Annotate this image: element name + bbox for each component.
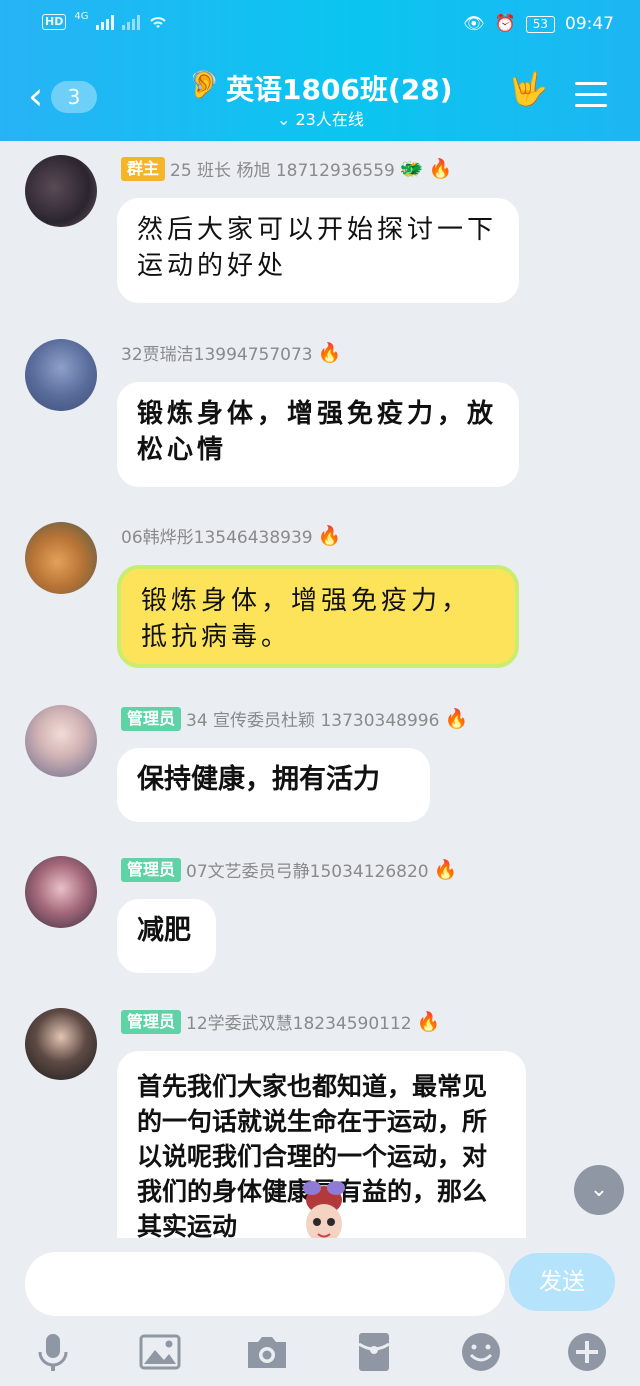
dragon-icon: 🐲 [399, 158, 424, 180]
message-item: 06韩烨彤13546438939 🔥 锻炼身体，增强免疫力，抵抗病毒。 [0, 522, 640, 672]
sender-name[interactable]: 07文艺委员弓静15034126820 [186, 857, 429, 882]
unread-badge[interactable]: 3 [51, 81, 97, 113]
admin-tag: 管理员 [121, 1009, 182, 1034]
message-bubble[interactable]: 然后大家可以开始探讨一下运动的好处 [117, 198, 519, 303]
bottom-toolbar [0, 1320, 640, 1386]
fire-icon: 🔥 [317, 525, 342, 547]
message-bubble[interactable]: 保持健康，拥有活力 [117, 748, 430, 822]
message-input[interactable] [25, 1252, 505, 1316]
sender-line: 06韩烨彤13546438939 🔥 [121, 523, 341, 548]
fire-icon: 🔥 [317, 342, 342, 364]
red-packet-icon[interactable] [352, 1330, 396, 1374]
avatar[interactable] [25, 856, 97, 928]
sender-line: 管理员 12学委武双慧18234590112 🔥 [121, 1009, 440, 1034]
back-chevron-icon[interactable]: ‹ [28, 77, 43, 115]
message-bubble[interactable]: 锻炼身体，增强免疫力，抵抗病毒。 [117, 565, 519, 668]
camera-icon[interactable] [245, 1330, 289, 1374]
owner-tag: 群主 [121, 156, 166, 181]
menu-icon[interactable] [575, 82, 607, 115]
input-bar: 发送 [0, 1238, 640, 1330]
fire-icon: 🔥 [416, 1011, 441, 1033]
mic-icon[interactable] [31, 1330, 75, 1374]
battery-icon: 53 [525, 15, 555, 33]
avatar[interactable] [25, 155, 97, 227]
message-item: 32贾瑞洁13994757073 🔥 锻炼身体，增强免疫力，放松心情 [0, 339, 640, 489]
sender-name[interactable]: 25 班长 杨旭 18712936559 [170, 156, 395, 181]
admin-tag: 管理员 [121, 857, 182, 882]
status-bar: HD 4G 👁 ⏰ 53 09:47 [0, 0, 640, 52]
message-item: 群主 25 班长 杨旭 18712936559 🐲 🔥 然后大家可以开始探讨一下… [0, 155, 640, 305]
signal-icon-2 [122, 14, 141, 30]
message-item: 管理员 07文艺委员弓静15034126820 🔥 减肥 [0, 856, 640, 976]
eye-icon: 👁 [462, 14, 485, 34]
image-icon[interactable] [138, 1330, 182, 1374]
alarm-icon: ⏰ [494, 14, 516, 34]
chat-header: HD 4G 👁 ⏰ 53 09:47 ‹ 3 🦻 英语1806班(28) ⌄ 2… [0, 0, 640, 141]
avatar[interactable] [25, 522, 97, 594]
avatar[interactable] [25, 339, 97, 411]
hand-gesture-icon[interactable]: 🤟 [508, 70, 548, 108]
sender-name[interactable]: 32贾瑞洁13994757073 [121, 340, 313, 365]
emoji-icon[interactable] [459, 1330, 503, 1374]
admin-tag: 管理员 [121, 706, 182, 731]
online-count-label: 23人在线 [295, 110, 364, 129]
network-label: 4G [74, 10, 89, 22]
fire-icon: 🔥 [433, 859, 458, 881]
sender-name[interactable]: 06韩烨彤13546438939 [121, 523, 313, 548]
ear-icon[interactable]: 🦻 [188, 70, 220, 100]
scroll-down-chevron-icon[interactable]: ⌄ [574, 1165, 624, 1215]
sender-line: 群主 25 班长 杨旭 18712936559 🐲 🔥 [121, 156, 452, 181]
fire-icon: 🔥 [444, 708, 469, 730]
avatar[interactable] [25, 1008, 97, 1080]
wifi-icon [150, 17, 167, 28]
send-button[interactable]: 发送 [509, 1253, 615, 1311]
sender-line: 管理员 07文艺委员弓静15034126820 🔥 [121, 857, 457, 882]
sender-line: 32贾瑞洁13994757073 🔥 [121, 340, 341, 365]
hd-icon: HD [42, 14, 67, 30]
signal-icon [96, 14, 115, 30]
chat-title: 英语1806班(28) [226, 73, 453, 106]
clock: 09:47 [565, 14, 614, 34]
message-bubble[interactable]: 锻炼身体，增强免疫力，放松心情 [117, 382, 519, 487]
message-bubble[interactable]: 减肥 [117, 899, 216, 973]
fire-icon: 🔥 [428, 158, 453, 180]
message-item: 管理员 34 宣传委员杜颖 13730348996 🔥 保持健康，拥有活力 [0, 705, 640, 825]
sender-line: 管理员 34 宣传委员杜颖 13730348996 🔥 [121, 706, 468, 731]
avatar[interactable] [25, 705, 97, 777]
sender-name[interactable]: 12学委武双慧18234590112 [186, 1009, 412, 1034]
sender-name[interactable]: 34 宣传委员杜颖 13730348996 [186, 706, 439, 731]
online-count[interactable]: ⌄ 23人在线 [277, 106, 364, 130]
plus-icon[interactable] [565, 1330, 609, 1374]
